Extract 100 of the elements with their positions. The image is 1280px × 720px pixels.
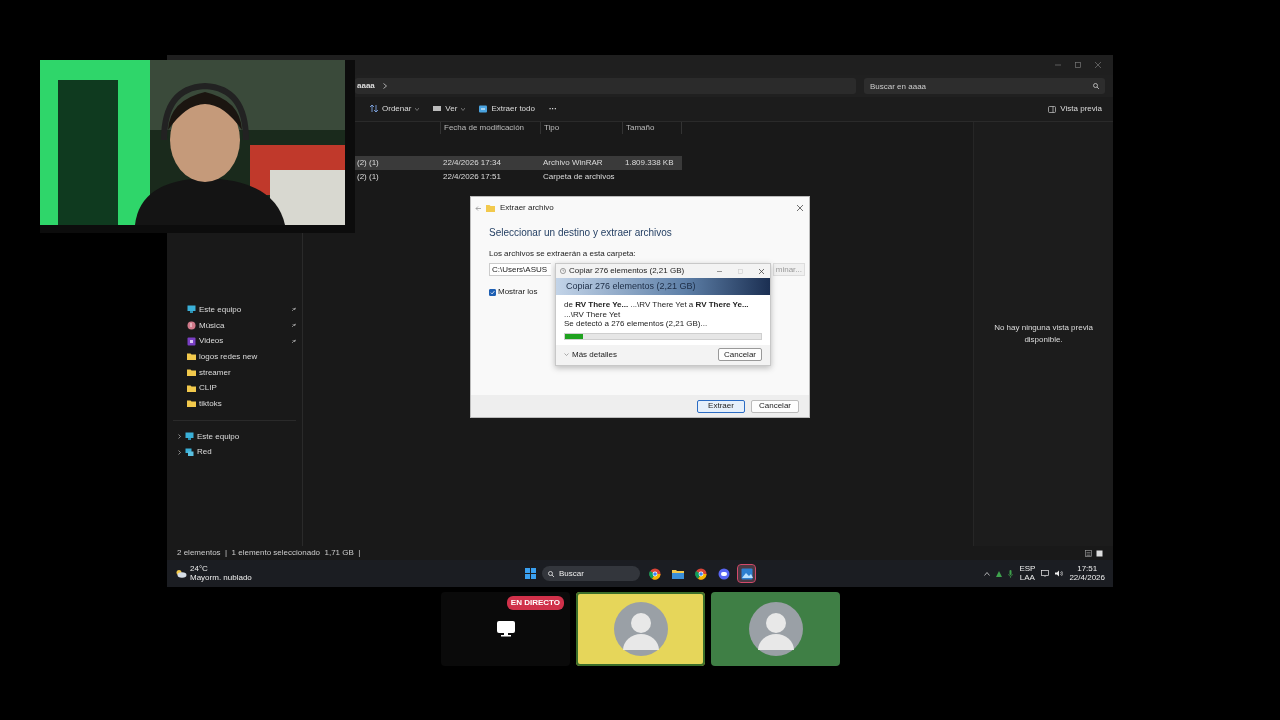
chat-icon [717, 567, 730, 580]
clock[interactable]: 17:51 22/4/2026 [1069, 564, 1105, 583]
minimize-icon[interactable] [717, 268, 722, 274]
weather-condition: Mayorm. nublado [190, 573, 252, 583]
music-icon [187, 321, 196, 331]
participant-tile[interactable]: EN DIRECTO [441, 592, 570, 666]
folder-icon [671, 567, 684, 580]
field-label: Los archivos se extraerán a esta carpeta: [488, 248, 637, 260]
path-field[interactable]: C:\Users\ASUS [489, 263, 551, 276]
network-icon [185, 447, 194, 457]
sidebar-item[interactable]: tiktoks [167, 396, 302, 412]
language-indicator[interactable]: ESP LAA [1019, 564, 1036, 583]
caret-icon [461, 107, 466, 111]
toolbar-button[interactable]: Ver [430, 101, 469, 117]
participant-tile[interactable] [711, 592, 840, 666]
sidebar-item[interactable]: Este equipo [167, 302, 302, 318]
sidebar-item[interactable]: streamer [167, 364, 302, 381]
chevron-up-icon[interactable] [984, 571, 991, 576]
close-icon[interactable] [759, 268, 764, 274]
weather-icon [175, 569, 187, 578]
avatar [613, 602, 668, 656]
file-row[interactable]: (2) (1) 22/4/2026 17:51 Carpeta de archivos [355, 170, 682, 184]
chevron-icon [177, 434, 182, 440]
sidebar-item[interactable]: logos redes new [167, 349, 302, 365]
sidebar-item[interactable]: Música [167, 317, 302, 334]
status-text: 2 elementos | 1 elemento seleccionado 1,71 GB | [177, 547, 361, 559]
checkbox[interactable] [489, 288, 496, 296]
window-title: Copiar 276 elementos (2,21 GB) [569, 265, 686, 277]
avatar [748, 602, 803, 656]
search-icon [1093, 83, 1099, 89]
preview-pane-icon [1048, 105, 1057, 113]
more-details-toggle[interactable]: Más detalles [564, 348, 617, 361]
taskbar-search-field[interactable]: Buscar [542, 566, 640, 581]
taskbar-app[interactable] [738, 565, 755, 582]
table-cell: 22/4/2026 17:51 [443, 172, 501, 181]
search-icon [548, 570, 554, 577]
table-cell: (2) (1) [357, 172, 379, 181]
sidebar-item[interactable]: CLIP [167, 380, 302, 397]
details-view-icon[interactable] [1085, 549, 1092, 557]
toolbar-button[interactable]: Extraer todo [476, 101, 538, 117]
pin-icon [291, 307, 296, 313]
copy-detail: de RV There Ye... ...\RV There Yet a RV There Ye... ...\RV There Yet [564, 300, 750, 320]
dialog-button[interactable]: Cancelar [751, 399, 799, 413]
copy-status: Se detectó a 276 elementos (2,21 GB)... [564, 319, 709, 329]
dialog-title: Extraer archivo [500, 202, 555, 214]
sidebar-item[interactable]: Este equipo [167, 428, 302, 445]
preview-message: No hay ninguna vista previa disponible. [993, 322, 1094, 346]
chevron-icon [564, 353, 569, 357]
tiles-view-icon[interactable] [1096, 549, 1103, 557]
close-icon[interactable] [1095, 62, 1101, 68]
browser-icon [694, 567, 707, 580]
clock-icon [560, 268, 566, 274]
search-field[interactable]: Buscar en aaaa [864, 78, 1105, 94]
file-row[interactable]: (2) (1) 22/4/2026 17:34 Archivo WinRAR 1.809.338 KB [355, 156, 682, 170]
live-badge: EN DIRECTO [506, 596, 564, 610]
column-header[interactable]: Fecha de modificación [440, 122, 540, 134]
toolbar-button[interactable]: Ordenar [367, 101, 423, 117]
sidebar-item[interactable]: Videos [167, 333, 302, 350]
dialog-heading: Seleccionar un destino y extraer archivos [488, 226, 673, 240]
video-icon [187, 336, 196, 346]
image-icon [740, 567, 753, 580]
microphone-icon[interactable] [1008, 569, 1014, 578]
dialog-button[interactable]: Extraer [697, 399, 745, 413]
temperature: 24°C [190, 564, 209, 574]
caret-icon [415, 107, 420, 111]
table-cell: Archivo WinRAR [543, 158, 603, 167]
view-icon [433, 105, 442, 113]
monitor-icon [496, 621, 515, 637]
sort-icon [370, 105, 378, 113]
maximize-icon[interactable] [1075, 62, 1081, 68]
sidebar-item[interactable]: Red [167, 444, 302, 461]
preview-pane-button[interactable]: Vista previa [1045, 101, 1105, 117]
folder-icon [486, 204, 495, 212]
address-bar[interactable]: aaaa [355, 78, 856, 94]
speaker-icon[interactable] [1055, 570, 1064, 577]
more-button[interactable]: ··· [545, 101, 560, 117]
browser-icon [648, 567, 661, 580]
tray-app-icon[interactable] [996, 570, 1003, 577]
table-cell: (2) (1) [357, 158, 379, 167]
chevron-icon [177, 449, 182, 455]
extract-icon [479, 105, 488, 113]
chevron-icon [382, 83, 387, 89]
network-icon[interactable] [1041, 570, 1050, 577]
close-icon[interactable] [797, 205, 803, 211]
progress-header: Copiar 276 elementos (2,21 GB) [556, 278, 770, 295]
table-cell: 1.809.338 KB [625, 158, 674, 167]
column-header[interactable]: Tipo [540, 122, 622, 134]
pin-icon [291, 323, 296, 329]
table-cell: 22/4/2026 17:34 [443, 158, 501, 167]
maximize-icon [738, 268, 743, 274]
participant-tile[interactable] [576, 592, 705, 666]
breadcrumb-item[interactable]: aaaa [357, 80, 375, 92]
monitor-icon [185, 432, 194, 442]
start-icon[interactable] [525, 568, 536, 579]
monitor-icon [187, 305, 196, 315]
checkbox-label: Mostrar los [498, 286, 538, 298]
table-cell: Carpeta de archivos [543, 172, 615, 181]
pin-icon [291, 338, 296, 344]
column-header[interactable]: Tamaño [622, 122, 682, 134]
cancel-button[interactable]: Cancelar [718, 348, 762, 362]
